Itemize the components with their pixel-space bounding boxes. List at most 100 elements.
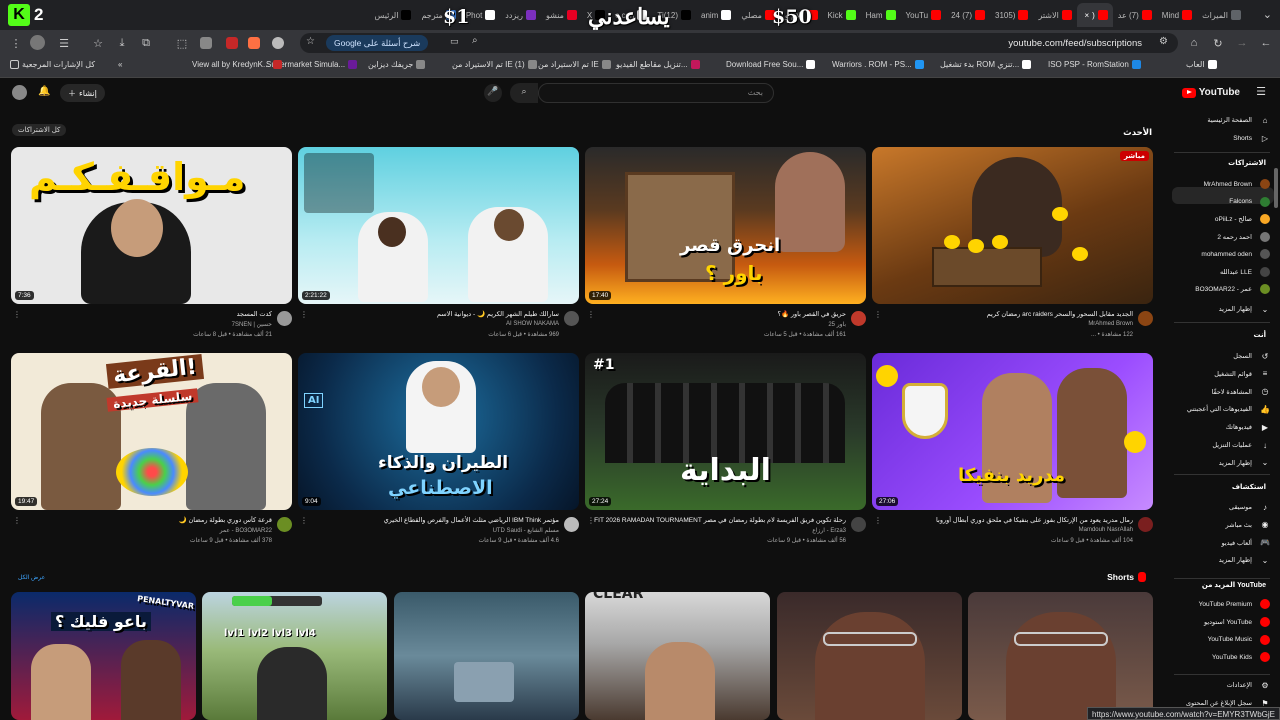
translate-icon[interactable]: ⧉ [136, 30, 156, 56]
video-title[interactable]: كدت المسجد [20, 310, 272, 318]
bookmark-item[interactable]: تنزيل مقاطع الفيديو... [616, 60, 700, 69]
sidebar-explore-item[interactable]: إظهار المزيد ⌄ [1174, 552, 1270, 568]
sidebar-subscription-item[interactable]: احمد رحمه 2 [1174, 229, 1270, 245]
channel-avatar[interactable] [277, 517, 292, 532]
video-card[interactable]: #1 البداية 27:24 رحلة تكوين فريق الفريسة… [585, 353, 866, 555]
sidebar-subscription-item[interactable]: Falcons [1174, 194, 1270, 210]
sidebar-subscription-item[interactable]: MrAhmed Brown [1174, 176, 1270, 192]
account-avatar[interactable] [12, 85, 27, 100]
extensions-icon[interactable]: ⬚ [172, 30, 192, 56]
video-title[interactable]: الجديد مقابل السحور والسحر arc raiders ر… [881, 310, 1133, 318]
google-suggest-pill[interactable]: Google شرح أسئلة على [326, 35, 429, 51]
channel-avatar[interactable] [851, 311, 866, 326]
channel-avatar[interactable] [277, 311, 292, 326]
short-card[interactable] [777, 592, 962, 720]
profile-avatar[interactable] [30, 35, 45, 50]
video-thumbnail[interactable]: مدريد بنفيكا 27:06 [872, 353, 1153, 510]
video-thumbnail[interactable]: انحرق قصر باور ؟ 17:40 [585, 147, 866, 304]
sidebar-more-item[interactable]: YouTube Kids [1174, 649, 1270, 665]
browser-tab[interactable]: الرئيس [370, 3, 417, 27]
sidebar-explore-item[interactable]: موسيقى ♪ [1174, 499, 1270, 515]
search-input[interactable]: بحث [538, 83, 774, 103]
channel-name[interactable]: BO3OMAR22 - عمر [220, 527, 272, 534]
video-title[interactable]: رمال مدريد يعود من الإرتكال بفوز على بنف… [881, 516, 1133, 524]
sidebar-you-item[interactable]: قوائم التشغيل ≡ [1174, 366, 1270, 382]
browser-tab[interactable]: YouTu [901, 3, 947, 27]
channel-name[interactable]: MrAhmed Brown [1088, 321, 1133, 327]
video-card[interactable]: 2:21:22 سارالك طيلم الشهر الكريم 🌙 - ديو… [298, 147, 579, 349]
sidebar-you-item[interactable]: عمليات التنزيل ↓ [1174, 437, 1270, 453]
bookmark-item[interactable]: ISO PSP - RomStation [1048, 60, 1141, 69]
short-card[interactable]: CLEAR [585, 592, 770, 720]
channel-avatar[interactable] [1138, 517, 1153, 532]
chevron-left-icon[interactable]: « [118, 60, 122, 69]
channel-avatar[interactable] [564, 311, 579, 326]
video-thumbnail[interactable]: AI الطيران والذكاء الاصطناعي 9:04 [298, 353, 579, 510]
cast-icon[interactable]: ▭ [450, 36, 459, 47]
sidebar-subscription-item[interactable]: عبدالله LLE [1174, 264, 1270, 280]
more-actions-icon[interactable]: ⋮ [300, 310, 308, 319]
tab-search-icon[interactable]: ⌄ [1263, 8, 1272, 21]
shorts-more-link[interactable]: عرض الكل [18, 574, 45, 581]
bookmark-item[interactable]: تم الاستيراد من IE (1) [452, 60, 537, 69]
channel-avatar[interactable] [564, 517, 579, 532]
sidebar-subscriptions-heading[interactable]: الاشتراكات [1228, 159, 1266, 167]
bookmark-item[interactable]: Warriors . ROM - PS... [832, 60, 924, 69]
sidebar-explore-item[interactable]: بث مباشر ◉ [1174, 517, 1270, 533]
extension-icon[interactable] [272, 37, 284, 49]
video-thumbnail[interactable]: مباشر [872, 147, 1153, 304]
bookmark-item[interactable]: View all by KredynK... [192, 60, 282, 69]
sidebar-item-home[interactable]: الصفحة الرئيسية ⌂ [1174, 112, 1270, 128]
menu-icon[interactable]: ⋮ [6, 30, 26, 56]
sidebar-you-item[interactable]: الفيديوهات التي أعجبتني 👍 [1174, 401, 1270, 417]
browser-tab[interactable]: الاشتر [1033, 3, 1076, 27]
sidebar-you-heading[interactable]: أنت [1254, 331, 1266, 339]
more-actions-icon[interactable]: ⋮ [13, 310, 21, 319]
browser-tab[interactable]: (× [1076, 3, 1113, 27]
video-card[interactable]: AI الطيران والذكاء الاصطناعي 9:04 مؤتمر … [298, 353, 579, 555]
back-icon[interactable]: ← [1256, 30, 1276, 56]
close-tab-icon[interactable]: × [1084, 11, 1089, 20]
more-actions-icon[interactable]: ⋮ [874, 516, 882, 525]
browser-tab[interactable]: (7) عد [1113, 3, 1157, 27]
sidebar-subscription-item[interactable]: oPiiLz - صالح [1174, 211, 1270, 227]
sidebar-show-more[interactable]: إظهار المزيد ⌄ [1174, 301, 1270, 317]
extension-icon[interactable] [226, 37, 238, 49]
channel-name[interactable]: حسين | 7SNEN [232, 321, 272, 328]
bookmark-item[interactable]: Download Free Sou... [726, 60, 816, 69]
home-icon[interactable]: ⌂ [1184, 30, 1204, 56]
address-bar[interactable]: ☆ Google شرح أسئلة على ▭ ⌕ youtube.com/f… [300, 33, 1178, 53]
sidebar-explore-item[interactable]: ألعاب فيديو 🎮 [1174, 535, 1270, 551]
url-text[interactable]: youtube.com/feed/subscriptions [1008, 38, 1142, 49]
forward-icon[interactable]: → [1232, 30, 1252, 56]
bookmark-item[interactable]: العاب [1186, 60, 1217, 69]
more-actions-icon[interactable]: ⋮ [587, 310, 595, 319]
video-card[interactable]: انحرق قصر باور ؟ 17:40 حريق في القصر باو… [585, 147, 866, 349]
video-card[interactable]: مباشر الجديد مقابل السحور والسحر arc rai… [872, 147, 1153, 349]
video-title[interactable]: رحلة تكوين فريق الفريسة لام بطولة رمضان … [594, 516, 846, 524]
video-title[interactable]: قرعة كأس دوري بطولة رمضان 🌙 [20, 516, 272, 524]
sidebar-item-settings[interactable]: الإعدادات ⚙ [1174, 677, 1270, 693]
youtube-logo[interactable]: YouTube [1181, 87, 1240, 98]
channel-name[interactable]: Erza3 - ارزاع [812, 527, 846, 534]
browser-tab[interactable]: Mind [1157, 3, 1197, 27]
channel-name[interactable]: AI SHOW NAKAMA [506, 321, 559, 327]
browser-tab[interactable]: (7) 24 [946, 3, 990, 27]
create-button[interactable]: ＋ إنشاء [60, 84, 105, 102]
video-thumbnail[interactable]: مـواقـفـكـم 7:36 [11, 147, 292, 304]
sidebar-explore-heading[interactable]: استكشاف [1232, 483, 1266, 491]
channel-avatar[interactable] [851, 517, 866, 532]
scrollbar[interactable] [1274, 168, 1278, 208]
voice-search-icon[interactable]: 🎤 [484, 84, 502, 102]
search-button[interactable]: ⌕ [510, 83, 538, 103]
browser-tab[interactable]: منشو [541, 3, 582, 27]
sidebar-you-item[interactable]: المشاهدة لاحقًا ◷ [1174, 384, 1270, 400]
all-subscriptions-chip[interactable]: كل الاشتراكات [12, 124, 67, 136]
more-actions-icon[interactable]: ⋮ [587, 516, 595, 525]
extension-icon[interactable] [248, 37, 260, 49]
sidebar-more-heading[interactable]: المزيد من YouTube [1202, 581, 1266, 589]
more-actions-icon[interactable]: ⋮ [13, 516, 21, 525]
channel-name[interactable]: مسلم الشايع - UTD Saudi [493, 527, 559, 534]
bookmark-item[interactable]: تم الاستيراد من IE [538, 60, 611, 69]
reading-list-icon[interactable]: ☰ [54, 30, 74, 56]
